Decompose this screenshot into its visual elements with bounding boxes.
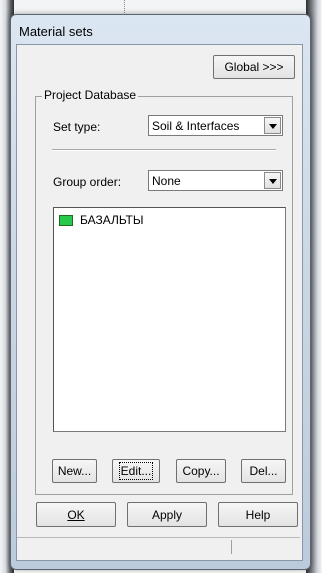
- set-type-value: Soil & Interfaces: [152, 119, 240, 133]
- project-database-label: Project Database: [42, 88, 139, 102]
- group-order-dropdown[interactable]: None: [148, 170, 283, 191]
- new-button[interactable]: New...: [52, 459, 97, 483]
- global-button[interactable]: Global >>>: [213, 55, 295, 79]
- new-button-label: New...: [57, 464, 92, 478]
- chevron-down-icon[interactable]: [264, 172, 281, 189]
- global-button-label: Global >>>: [224, 60, 284, 74]
- help-button[interactable]: Help: [218, 502, 298, 527]
- set-type-label: Set type:: [53, 120, 101, 134]
- apply-button[interactable]: Apply: [127, 502, 207, 527]
- background-marker: [124, 0, 126, 13]
- status-pane: [17, 540, 232, 554]
- status-bar: [17, 537, 300, 556]
- material-name: БАЗАЛЬТЫ: [80, 213, 144, 227]
- copy-button-label: Copy...: [182, 464, 220, 478]
- help-button-label: Help: [245, 507, 271, 522]
- ok-button[interactable]: OK: [36, 502, 116, 527]
- set-type-dropdown[interactable]: Soil & Interfaces: [148, 115, 283, 136]
- ok-button-label: OK: [67, 507, 85, 522]
- material-list[interactable]: БАЗАЛЬТЫ: [53, 207, 286, 432]
- list-item[interactable]: БАЗАЛЬТЫ: [59, 212, 144, 228]
- desktop-background: [0, 0, 322, 14]
- apply-button-label: Apply: [151, 507, 183, 522]
- delete-button-label: Del...: [249, 464, 278, 478]
- group-order-label: Group order:: [53, 175, 122, 189]
- separator: [52, 149, 276, 151]
- edit-button-label: Edit...: [118, 462, 154, 480]
- material-color-swatch: [59, 214, 73, 226]
- group-order-value: None: [152, 174, 181, 188]
- delete-button[interactable]: Del...: [241, 459, 286, 483]
- chevron-down-icon[interactable]: [264, 117, 281, 134]
- window-title: Material sets: [19, 24, 93, 39]
- edit-button[interactable]: Edit...: [112, 459, 160, 483]
- copy-button[interactable]: Copy...: [176, 459, 226, 483]
